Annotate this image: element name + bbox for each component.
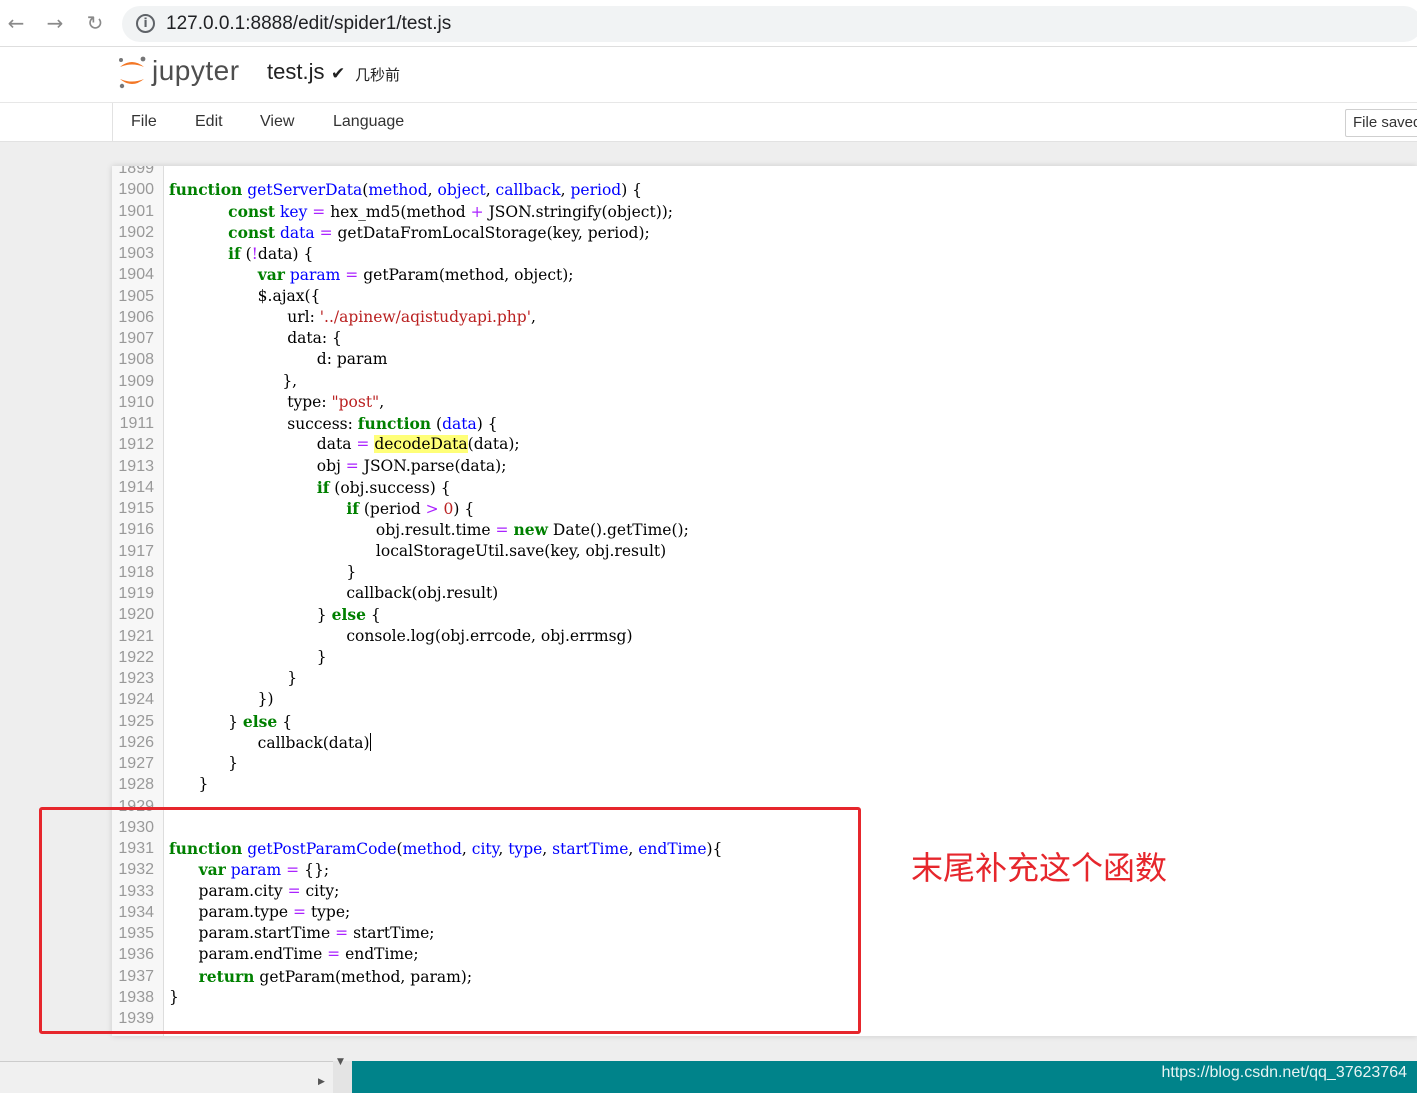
code-line[interactable]: const key = hex_md5(method + JSON.string… — [169, 202, 673, 221]
line-number: 1922 — [118, 648, 154, 666]
code-line[interactable]: if (obj.success) { — [169, 478, 451, 497]
last-saved-time: 几秒前 — [355, 66, 401, 84]
menu-language[interactable]: Language — [333, 113, 404, 131]
line-number: 1917 — [118, 542, 154, 560]
code-line[interactable]: callback(data) — [169, 732, 371, 752]
jupyter-wordmark[interactable]: jupyter — [152, 55, 240, 87]
line-number: 1903 — [118, 245, 154, 262]
line-number: 1914 — [118, 478, 154, 496]
code-line[interactable]: success: function (data) { — [169, 414, 497, 433]
line-number: 1905 — [118, 287, 154, 305]
back-arrow-icon[interactable]: ← — [3, 10, 29, 36]
code-line[interactable]: }) — [169, 690, 274, 708]
jupyter-logo-icon[interactable] — [116, 55, 148, 91]
code-line[interactable]: } — [169, 563, 356, 581]
annotation-text: 末尾补充这个函数 — [911, 849, 1168, 887]
line-number: 1918 — [118, 563, 154, 581]
menu-file[interactable]: File — [131, 113, 157, 131]
code-line[interactable]: type: "post", — [169, 393, 384, 411]
line-number: 1926 — [118, 733, 154, 751]
code-line[interactable]: } — [169, 648, 327, 666]
line-number: 1909 — [118, 372, 154, 390]
save-status-indicator: File saved — [1345, 109, 1417, 137]
code-line[interactable]: } — [169, 669, 297, 687]
info-icon[interactable]: i — [136, 14, 155, 33]
code-line[interactable]: localStorageUtil.save(key, obj.result) — [169, 542, 666, 560]
line-number: 1924 — [118, 691, 154, 709]
code-line[interactable]: data: { — [169, 329, 342, 347]
line-number: 1915 — [118, 500, 154, 517]
url-text[interactable]: 127.0.0.1:8888/edit/spider1/test.js — [166, 13, 451, 35]
menu-bar: File Edit View Language File saved — [0, 103, 1417, 142]
code-line[interactable]: } — [169, 775, 209, 793]
line-number: 1928 — [118, 776, 154, 794]
line-number: 1916 — [118, 521, 154, 539]
jupyter-header: jupyter test.js ✔ 几秒前 — [0, 47, 1417, 103]
line-number: 1901 — [118, 202, 154, 220]
code-line[interactable]: function getServerData(method, object, c… — [169, 180, 642, 199]
line-number: 1925 — [118, 712, 154, 730]
code-line[interactable]: } else { — [169, 605, 381, 624]
line-number: 1919 — [118, 585, 154, 602]
line-number: 1907 — [118, 330, 154, 347]
line-number: 1920 — [118, 606, 154, 624]
line-number: 1908 — [118, 351, 154, 369]
code-line[interactable]: } else { — [169, 712, 292, 731]
code-line[interactable]: } — [169, 754, 238, 772]
line-number: 1900 — [118, 181, 154, 199]
highlight-annotation-box — [39, 807, 861, 1034]
code-line[interactable]: d: param — [169, 350, 388, 368]
file-name-title[interactable]: test.js — [267, 59, 324, 85]
line-number: 1899 — [118, 166, 154, 177]
watermark-text: https://blog.csdn.net/qq_37623764 — [1161, 1064, 1407, 1081]
code-line[interactable]: $.ajax({ — [169, 287, 321, 305]
code-line[interactable]: callback(obj.result) — [169, 584, 498, 602]
line-number: 1904 — [118, 266, 154, 284]
line-number: 1913 — [118, 457, 154, 475]
code-line[interactable]: data = decodeData(data); — [169, 435, 520, 454]
line-number: 1911 — [119, 415, 154, 432]
horizontal-scrollbar[interactable] — [0, 1061, 352, 1093]
browser-toolbar: ← → ↻ i 127.0.0.1:8888/edit/spider1/test… — [0, 0, 1417, 47]
code-line[interactable]: url: '../apinew/aqistudyapi.php', — [169, 308, 536, 326]
menu-view[interactable]: View — [260, 113, 294, 131]
code-line[interactable]: obj = JSON.parse(data); — [169, 457, 507, 475]
line-number: 1910 — [118, 393, 154, 411]
code-line[interactable]: if (!data) { — [169, 244, 313, 263]
scroll-down-arrow-icon[interactable]: ▼ — [337, 1057, 344, 1067]
code-line[interactable]: const data = getDataFromLocalStorage(key… — [169, 223, 650, 242]
line-number: 1927 — [118, 755, 154, 772]
code-line[interactable]: obj.result.time = new Date().getTime(); — [169, 520, 689, 539]
forward-arrow-icon[interactable]: → — [42, 10, 68, 36]
address-bar[interactable]: i 127.0.0.1:8888/edit/spider1/test.js — [122, 6, 1417, 42]
line-number: 1902 — [118, 223, 154, 241]
checkmark-icon: ✔ — [331, 64, 346, 84]
line-number: 1923 — [118, 670, 154, 687]
reload-icon[interactable]: ↻ — [82, 10, 108, 36]
line-number: 1906 — [118, 308, 154, 326]
menu-edit[interactable]: Edit — [195, 113, 223, 131]
line-number: 1912 — [118, 436, 154, 454]
menu-divider — [112, 103, 113, 142]
code-line[interactable]: var param = getParam(method, object); — [169, 265, 574, 284]
code-line[interactable]: }, — [169, 372, 297, 390]
code-line[interactable]: if (period > 0) { — [169, 499, 474, 518]
line-number: 1921 — [118, 627, 154, 645]
code-line[interactable]: console.log(obj.errcode, obj.errmsg) — [169, 627, 632, 645]
scroll-right-arrow-icon[interactable]: ▶ — [318, 1077, 325, 1087]
